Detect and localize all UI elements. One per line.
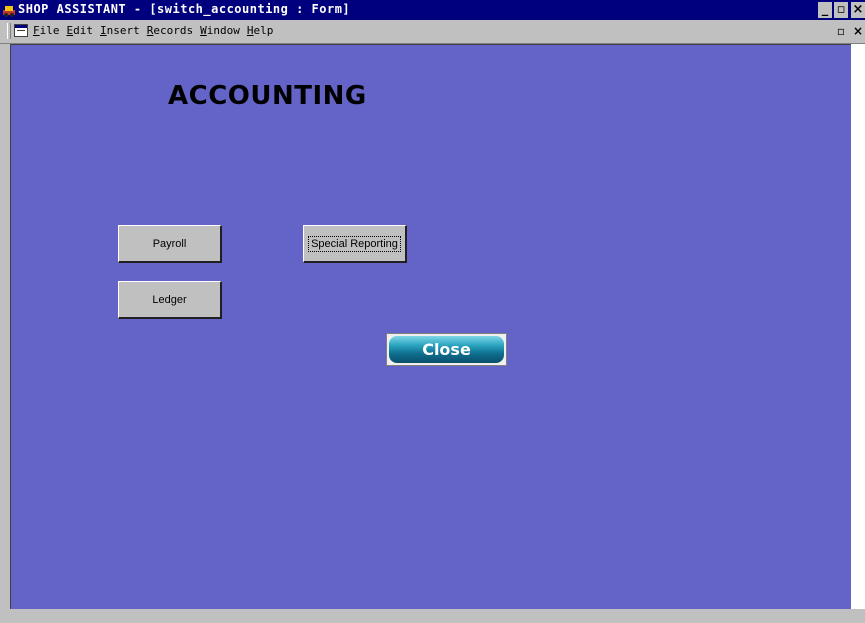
menu-help[interactable]: Help bbox=[247, 24, 274, 37]
minimize-button[interactable]: _ bbox=[818, 2, 832, 18]
menu-file[interactable]: File bbox=[33, 24, 60, 37]
menu-help-label: elp bbox=[253, 24, 274, 37]
menu-records[interactable]: Records bbox=[147, 24, 193, 37]
doc-restore-button[interactable]: ▫ bbox=[834, 23, 848, 39]
menu-records-label: ecords bbox=[153, 24, 194, 37]
menu-insert[interactable]: Insert bbox=[100, 24, 140, 37]
close-window-button[interactable]: × bbox=[851, 2, 865, 18]
status-bar bbox=[0, 609, 865, 623]
menu-file-label: ile bbox=[39, 24, 60, 37]
menu-grip bbox=[7, 23, 11, 39]
menu-items: File Edit Insert Records Window Help bbox=[33, 24, 280, 37]
close-form-button[interactable]: Close bbox=[386, 333, 507, 366]
menu-window-label: indow bbox=[206, 24, 240, 37]
doc-close-button[interactable]: × bbox=[851, 23, 865, 39]
window-title: SHOP ASSISTANT - [switch_accounting : Fo… bbox=[18, 2, 351, 16]
menu-bar: File Edit Insert Records Window Help ▫ × bbox=[0, 20, 865, 44]
menu-insert-accel: I bbox=[100, 24, 107, 37]
form-doc-icon[interactable] bbox=[14, 24, 28, 37]
close-form-button-label: Close bbox=[389, 336, 504, 363]
special-reporting-button-label: Special Reporting bbox=[308, 235, 401, 252]
menu-window-accel: W bbox=[200, 24, 207, 37]
menu-insert-label: nsert bbox=[106, 24, 140, 37]
title-bar: SHOP ASSISTANT - [switch_accounting : Fo… bbox=[0, 0, 865, 20]
accounting-form: ACCOUNTING Payroll Special Reporting Led… bbox=[10, 44, 852, 610]
payroll-button-label: Payroll bbox=[152, 237, 187, 250]
special-reporting-button[interactable]: Special Reporting bbox=[303, 225, 407, 263]
restore-button[interactable]: ▫ bbox=[834, 2, 848, 18]
ledger-button[interactable]: Ledger bbox=[118, 281, 222, 319]
payroll-button[interactable]: Payroll bbox=[118, 225, 222, 263]
ledger-button-label: Ledger bbox=[152, 293, 187, 306]
menu-window[interactable]: Window bbox=[200, 24, 240, 37]
menu-edit-label: dit bbox=[73, 24, 93, 37]
menu-help-accel: H bbox=[246, 24, 254, 37]
form-title: ACCOUNTING bbox=[168, 81, 367, 111]
window-right-edge bbox=[851, 44, 865, 609]
menu-edit[interactable]: Edit bbox=[67, 24, 94, 37]
app-icon bbox=[3, 6, 15, 17]
menu-file-accel: F bbox=[33, 24, 40, 37]
